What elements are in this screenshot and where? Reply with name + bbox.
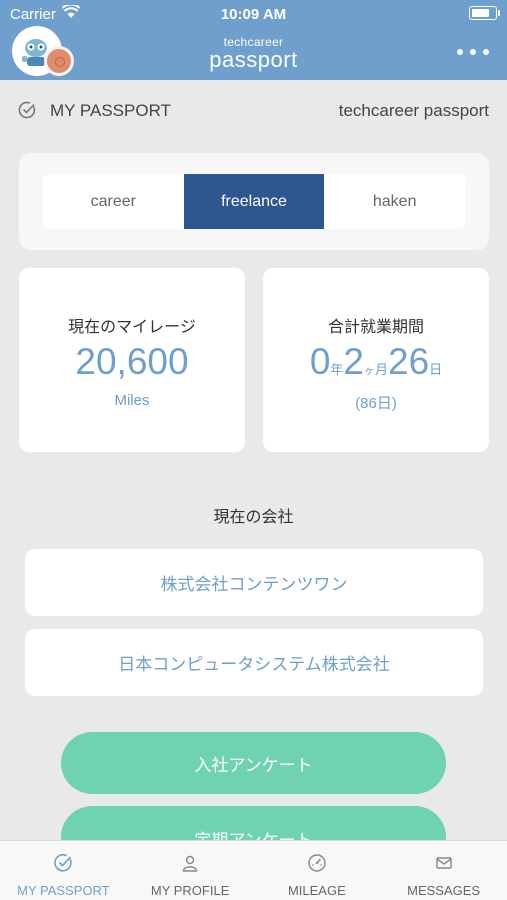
mileage-unit: Miles [114, 392, 150, 409]
company-card[interactable]: 株式会社コンテンツワン [25, 549, 483, 616]
segment-freelance[interactable]: freelance [183, 174, 325, 229]
tab-bar: MY PASSPORT MY PROFILE MILEAGE MESSAGES [0, 840, 507, 900]
battery-icon [469, 6, 500, 20]
segment-haken[interactable]: haken [324, 174, 465, 229]
segmented-control: career freelance haken [43, 174, 465, 229]
page-title: MY PASSPORT [50, 101, 171, 120]
tab-messages[interactable]: MESSAGES [380, 841, 507, 900]
title-row: MY PASSPORT techcareer passport [0, 80, 507, 140]
segment-career[interactable]: career [43, 174, 184, 229]
current-company-label: 現在の会社 [213, 509, 294, 526]
envelope-icon [435, 857, 452, 869]
app-logo: techcareer passport [0, 36, 507, 71]
employment-period-card: 合計就業期間 0年2ヶ月26日 (86日) [263, 268, 489, 452]
tab-label: MY PROFILE [150, 883, 230, 898]
mileage-label: 現在のマイレージ [68, 319, 196, 336]
status-bar: Carrier 10:09 AM [0, 0, 507, 28]
battery-fill [472, 9, 489, 17]
employment-period-value: 0年2ヶ月26日 [263, 341, 489, 383]
tab-mileage[interactable]: MILEAGE [254, 841, 381, 900]
months-value: 2 [343, 341, 364, 382]
tab-my-profile[interactable]: MY PROFILE [127, 841, 254, 900]
years-value: 0 [309, 341, 331, 382]
more-options-icon[interactable] [453, 40, 493, 62]
brand-big: passport [209, 47, 298, 72]
join-survey-button[interactable]: 入社アンケート [61, 732, 446, 794]
check-circle-icon [18, 101, 36, 119]
segment-card: career freelance haken [19, 153, 489, 250]
employment-total-days: (86日) [355, 395, 397, 412]
status-time: 10:09 AM [220, 6, 287, 23]
tab-label: MESSAGES [407, 883, 481, 898]
months-unit-small: ヶ [363, 365, 375, 377]
top-bar: Carrier 10:09 AM techcareer passport [0, 0, 507, 80]
company-card[interactable]: 日本コンピュータシステム株式会社 [25, 629, 483, 696]
mileage-card: 現在のマイレージ 20,600 Miles [19, 268, 245, 452]
months-unit: 月 [374, 362, 388, 377]
days-value: 26 [388, 341, 430, 382]
person-icon [182, 855, 198, 872]
gauge-icon [308, 854, 326, 872]
years-unit: 年 [330, 362, 344, 377]
mileage-value: 20,600 [75, 341, 189, 382]
employment-period-label: 合計就業期間 [327, 319, 424, 336]
tab-label: MILEAGE [287, 883, 346, 898]
tab-my-passport[interactable]: MY PASSPORT [0, 841, 127, 900]
days-unit: 日 [429, 362, 443, 377]
check-circle-icon [54, 854, 73, 872]
tab-label: MY PASSPORT [17, 883, 110, 898]
page-subtitle: techcareer passport [338, 101, 489, 120]
